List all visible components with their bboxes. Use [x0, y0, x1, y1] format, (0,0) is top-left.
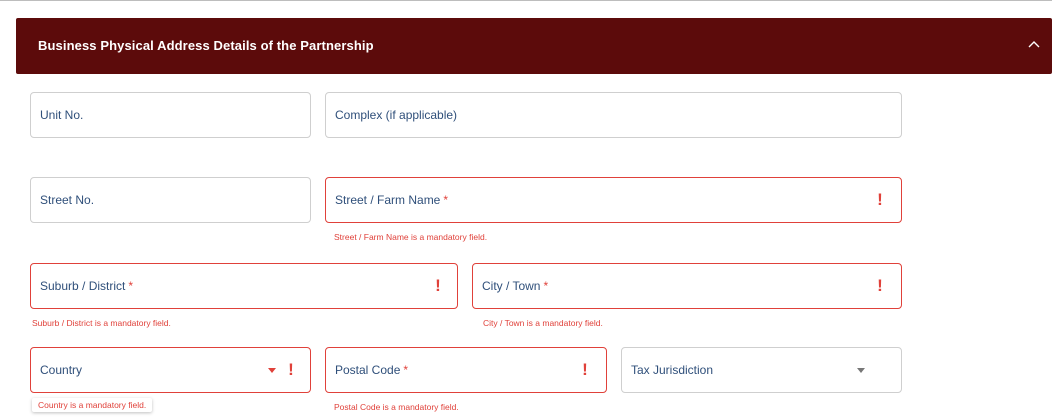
- exclamation-icon: !: [877, 276, 883, 295]
- suburb-error: Suburb / District is a mandatory field.: [32, 318, 171, 328]
- country-error: Country is a mandatory field.: [32, 398, 153, 412]
- street-name-label: Street / Farm Name *: [335, 193, 449, 207]
- city-field[interactable]: City / Town * !: [472, 263, 902, 309]
- postal-code-field[interactable]: Postal Code * !: [325, 347, 607, 393]
- street-name-field[interactable]: Street / Farm Name * !: [325, 177, 902, 223]
- exclamation-icon: !: [435, 276, 441, 295]
- section-title: Business Physical Address Details of the…: [38, 38, 374, 53]
- city-label: City / Town *: [482, 279, 549, 293]
- street-no-field[interactable]: Street No.: [30, 177, 311, 223]
- country-select[interactable]: Country !: [30, 347, 311, 393]
- section-header[interactable]: Business Physical Address Details of the…: [16, 18, 1052, 74]
- street-name-error: Street / Farm Name is a mandatory field.: [334, 232, 488, 242]
- complex-field[interactable]: Complex (if applicable): [325, 92, 902, 138]
- postal-code-label: Postal Code *: [335, 363, 409, 377]
- exclamation-icon: !: [582, 360, 588, 379]
- city-error: City / Town is a mandatory field.: [483, 318, 603, 328]
- complex-label: Complex (if applicable): [335, 108, 458, 122]
- postal-code-error: Postal Code is a mandatory field.: [334, 402, 459, 412]
- exclamation-icon: !: [877, 190, 883, 209]
- street-no-label: Street No.: [40, 193, 95, 207]
- unit-no-label: Unit No.: [40, 108, 84, 122]
- caret-down-icon[interactable]: [268, 368, 276, 373]
- tax-jurisdiction-label: Tax Jurisdiction: [631, 363, 714, 377]
- chevron-up-icon[interactable]: [1028, 36, 1042, 50]
- exclamation-icon: !: [288, 360, 294, 379]
- suburb-field[interactable]: Suburb / District * !: [30, 263, 458, 309]
- unit-no-field[interactable]: Unit No.: [30, 92, 311, 138]
- top-border: [0, 0, 1052, 1]
- caret-down-icon[interactable]: [857, 368, 865, 373]
- suburb-label: Suburb / District *: [40, 279, 134, 293]
- tax-jurisdiction-select[interactable]: Tax Jurisdiction: [621, 347, 902, 393]
- country-label: Country: [40, 363, 83, 377]
